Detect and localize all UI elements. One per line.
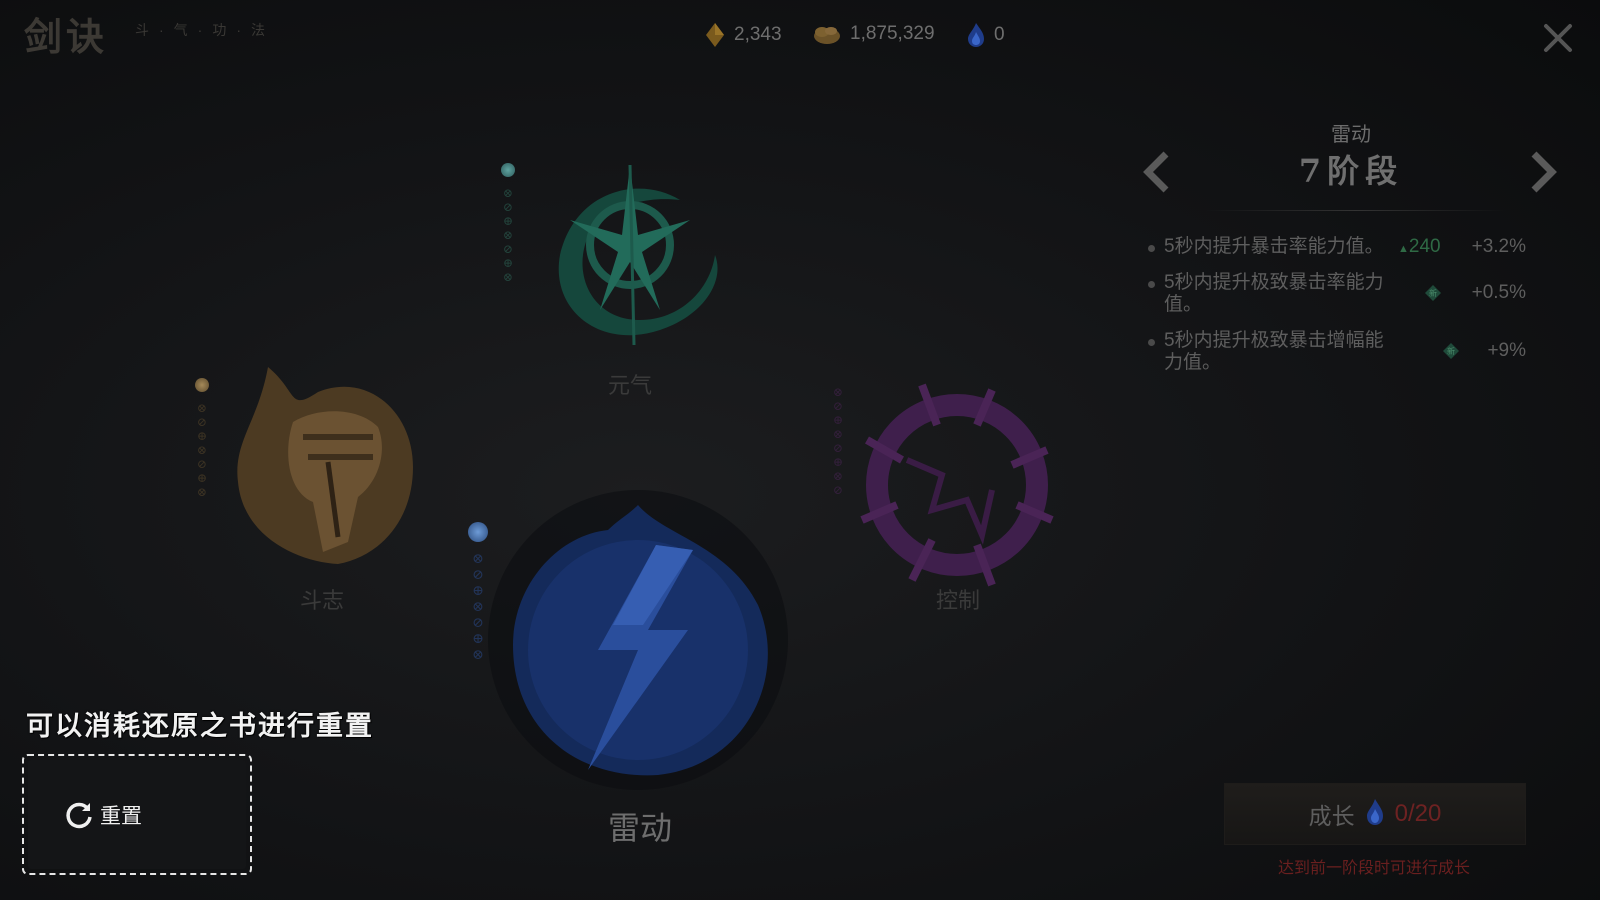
coin-pouch-icon [812, 22, 842, 46]
effect-row: 5秒内提升暴击率能力值。 ▲240 +3.2% [1146, 236, 1556, 266]
new-badge-icon: 新 [1443, 343, 1459, 359]
grow-button[interactable]: 成长 0/20 [1224, 783, 1526, 845]
detail-stage: 7阶段 [1298, 152, 1404, 190]
new-badge-icon: 新 [1425, 285, 1441, 301]
blue-flame-icon [966, 22, 986, 48]
currency-coins: 1,875,329 [812, 22, 935, 46]
lightning-orb-icon [488, 490, 788, 790]
game-subtitle: 斗·气·功·法 [135, 22, 275, 38]
reset-button[interactable]: 重置 [28, 760, 246, 869]
svg-text:新: 新 [1447, 346, 1455, 356]
node-douzhi[interactable] [228, 352, 428, 572]
node-label-yuanqi: 元气 [607, 373, 652, 398]
effect-row: 5秒内提升极致暴击增幅能力值。 新 +9% [1146, 330, 1556, 380]
thorn-ring-icon [860, 383, 1054, 587]
node-kongzhi[interactable] [852, 380, 1062, 590]
rune-node-dot [195, 378, 209, 392]
rune-track-yuanqi: ⊗ ⊘ ⊕ ⊗ ⊘ ⊕ ⊗ [500, 163, 516, 284]
effect-up-value: ▲240 [1398, 236, 1441, 258]
node-label-douzhi: 斗志 [299, 588, 344, 613]
arrow-up-icon: ▲ [1398, 243, 1409, 255]
close-icon [1544, 24, 1572, 52]
compass-star-icon [558, 164, 718, 346]
reset-tutorial-hint: 可以消耗还原之书进行重置 [26, 711, 374, 742]
game-title: 剑诀 [24, 14, 109, 59]
effect-bullet [1148, 339, 1155, 346]
close-button[interactable] [1538, 18, 1578, 58]
node-label-leidong: 雷动 [607, 810, 672, 846]
currency-gold-value: 2,343 [734, 24, 782, 45]
currency-coins-value: 1,875,329 [850, 23, 935, 44]
refresh-icon [66, 802, 92, 828]
fist-icon [237, 367, 413, 564]
effect-text: 5秒内提升暴击率能力值。 [1164, 236, 1384, 257]
grow-label: 成长 [1308, 803, 1355, 829]
effect-bonus: +9% [1487, 340, 1526, 361]
effect-bonus: +3.2% [1471, 236, 1526, 257]
rune-node-dot [468, 522, 488, 542]
chevron-right-icon [1531, 151, 1557, 193]
blue-flame-icon [1365, 798, 1385, 831]
node-leidong[interactable] [488, 475, 788, 795]
effect-bullet [1148, 281, 1155, 288]
effect-row: 5秒内提升极致暴击率能力值。 新 +0.5% [1146, 272, 1556, 322]
effect-up-number: 240 [1408, 236, 1441, 257]
next-stage-button[interactable] [1524, 148, 1560, 196]
rune-track-kongzhi: ⊗ ⊘ ⊕ ⊗ ⊘ ⊕ ⊗ ⊘ [832, 385, 844, 497]
rune-track-douzhi: ⊗ ⊘ ⊕ ⊗ ⊘ ⊕ ⊗ [194, 378, 210, 499]
reset-label: 重置 [100, 804, 142, 828]
grow-hint: 达到前一阶段时可进行成长 [1277, 860, 1470, 877]
effect-text: 5秒内提升极致暴击增幅能力值。 [1164, 330, 1384, 373]
chevron-left-icon [1143, 151, 1169, 193]
effect-bonus: +0.5% [1471, 282, 1526, 303]
stage-divider [1206, 210, 1506, 211]
currency-gold: 2,343 [704, 22, 782, 48]
rune-track-leidong: ⊗ ⊘ ⊕ ⊗ ⊘ ⊕ ⊗ [468, 522, 488, 663]
prev-stage-button[interactable] [1140, 148, 1176, 196]
grow-count: 0/20 [1394, 800, 1442, 827]
effect-bullet [1148, 245, 1155, 252]
node-yuanqi[interactable] [530, 160, 730, 360]
currency-flame: 0 [966, 22, 1005, 48]
rune-node-dot [501, 163, 515, 177]
gold-ingot-icon [704, 22, 726, 48]
effect-text: 5秒内提升极致暴击率能力值。 [1164, 272, 1384, 315]
svg-text:新: 新 [1429, 288, 1437, 298]
detail-skill-name: 雷动 [1331, 124, 1371, 146]
node-label-kongzhi: 控制 [935, 588, 980, 613]
currency-flame-value: 0 [994, 24, 1005, 45]
